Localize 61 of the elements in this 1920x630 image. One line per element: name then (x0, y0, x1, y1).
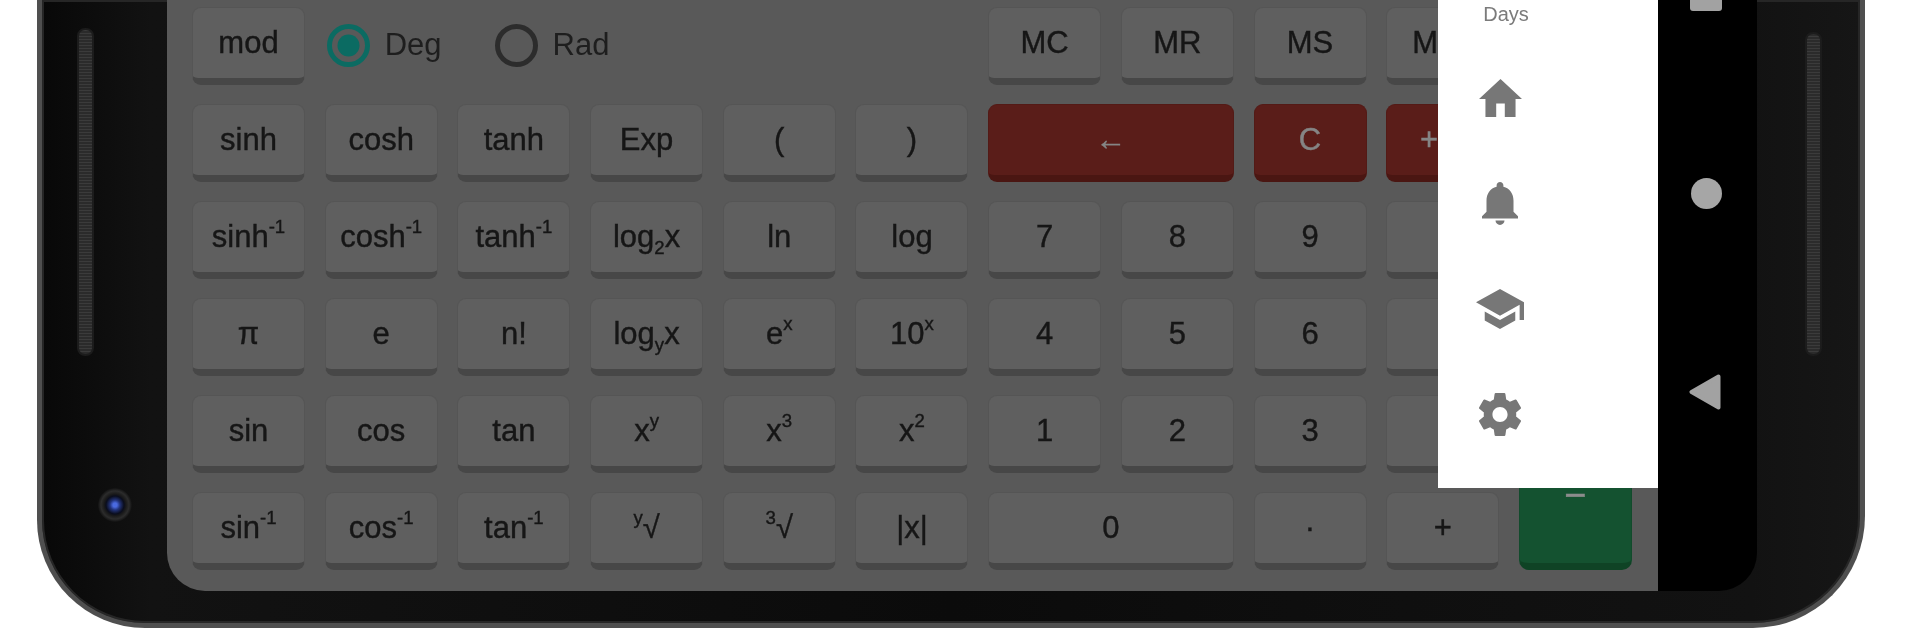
calculator-key[interactable]: · (1253, 492, 1367, 570)
calculator-key[interactable]: e$^{x}$ (722, 298, 836, 376)
calculator-key[interactable]: |x| (855, 492, 969, 570)
angle-mode-radio[interactable]: Rad (494, 23, 610, 67)
calculator-key[interactable]: sinh (192, 104, 305, 182)
calculator-key[interactable]: 6 (1253, 298, 1367, 376)
calculator-key[interactable]: 5 (1120, 298, 1234, 376)
calculator-key[interactable]: MR (1120, 7, 1234, 85)
calculator-key[interactable]: 7 (988, 201, 1102, 279)
angle-mode-radio[interactable]: Deg (326, 23, 442, 67)
calculator-key[interactable]: cosh$^{-1}$ (324, 201, 438, 279)
calculator-key[interactable]: MC (988, 7, 1102, 85)
calculator-key[interactable]: 4 (988, 298, 1102, 376)
settings-icon[interactable] (1479, 393, 1522, 437)
home-icon[interactable] (1478, 78, 1522, 117)
calculator-key[interactable]: MS (1253, 7, 1367, 85)
calculator-key[interactable]: Exp (590, 104, 704, 182)
calculator-key[interactable]: 9 (1253, 201, 1367, 279)
calculator-key[interactable]: $^{3}$√ (722, 492, 836, 570)
calculator-key[interactable]: π (192, 298, 305, 376)
calculator-key[interactable]: log$_{y}$x (590, 298, 704, 376)
calculator-key[interactable]: 2 (1120, 395, 1234, 473)
calculator-key[interactable]: 10$^{x}$ (855, 298, 969, 376)
calculator-key[interactable]: sin (192, 395, 305, 473)
calculator-key[interactable]: e (324, 298, 438, 376)
calculator-key[interactable]: x$^{3}$ (722, 395, 836, 473)
calculator-key[interactable]: x$^{2}$ (855, 395, 969, 473)
calculator-key[interactable]: tan$^{-1}$ (457, 492, 571, 570)
calculator-key[interactable]: ( (722, 104, 836, 182)
calculator-key[interactable]: sinh$^{-1}$ (192, 201, 305, 279)
drawer-title: Days (1482, 2, 1530, 27)
calculator-key[interactable]: tanh$^{-1}$ (457, 201, 571, 279)
calculator-key[interactable]: sin$^{-1}$ (192, 492, 305, 570)
calculator-key[interactable]: tan (457, 395, 571, 473)
calculator-key[interactable]: ) (855, 104, 969, 182)
calculator-key[interactable]: 1 (988, 395, 1102, 473)
calculator-key[interactable]: 3 (1253, 395, 1367, 473)
camera-lens-icon (98, 488, 132, 522)
calculator-key[interactable]: cos (324, 395, 438, 473)
calculator-key[interactable]: $^{y}$√ (590, 492, 704, 570)
calculator-key[interactable]: M (1386, 7, 1439, 85)
back-icon[interactable] (1689, 374, 1721, 410)
calculator-key[interactable]: + (1386, 492, 1500, 570)
calculator-key[interactable]: cosh (324, 104, 438, 182)
calculator-key[interactable]: + (1386, 104, 1439, 182)
calculator-key[interactable]: tanh (457, 104, 571, 182)
bell-icon[interactable] (1482, 182, 1519, 226)
calculator-key[interactable]: n! (457, 298, 571, 376)
calculator-key[interactable]: mod (192, 7, 305, 85)
calculator-key[interactable]: 8 (1120, 201, 1234, 279)
calculator-key[interactable]: log$_{2}$x (590, 201, 704, 279)
calculator-key[interactable]: log (855, 201, 969, 279)
calculator-key[interactable]: x$^{y}$ (590, 395, 704, 473)
equals-key[interactable]: − (1518, 488, 1632, 570)
backspace-key[interactable]: ← (988, 104, 1234, 182)
calculator-key[interactable]: 0 (988, 492, 1234, 570)
calculator-key[interactable]: ln (722, 201, 836, 279)
calculator-key[interactable]: C (1253, 104, 1367, 182)
circle-icon[interactable] (1690, 178, 1722, 209)
calculator-key[interactable]: cos$^{-1}$ (324, 492, 438, 570)
graduation-cap-icon[interactable] (1476, 289, 1525, 330)
